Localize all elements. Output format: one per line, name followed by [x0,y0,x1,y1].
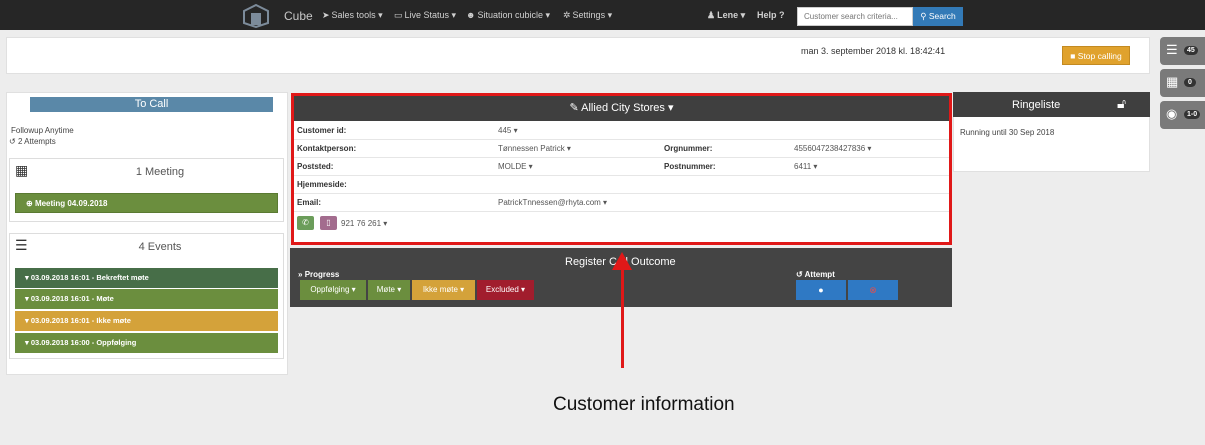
caret-down-icon: ▾ [25,294,29,303]
place-value[interactable]: MOLDE ▾ [498,162,533,171]
followup-text: Followup Anytime [11,126,74,135]
org-number-value[interactable]: 4556047238427836 ▾ [794,144,871,153]
user-icon: ♟ [707,10,716,20]
annotation-caption: Customer information [553,394,735,415]
event-item[interactable]: ▾ 03.09.2018 16:01 - Møte [15,289,278,309]
stop-calling-button[interactable]: ■ Stop calling [1062,46,1130,65]
search-icon: ⚲ [920,11,927,21]
list-icon: ☰ [1166,42,1178,57]
gamepad-icon: ◉ [1166,106,1178,121]
ringeliste-title: Ringeliste [1012,99,1061,111]
calendar-count-badge: 0 [1184,78,1196,87]
meeting-outcome-button[interactable]: Møte ▾ [368,280,410,300]
monitor-icon: ▭ [394,10,403,20]
users-icon: ☻ [466,10,476,20]
list-count-badge: 45 [1184,46,1198,55]
nav-live-status[interactable]: ▭ Live Status ▾ [394,10,456,21]
progress-label: » Progress [298,270,340,279]
attempts-text: ↺ 2 Attempts [9,137,56,146]
website-label: Hjemmeside: [297,180,347,189]
status-bar-panel [6,37,1150,74]
comment-attempt-button[interactable]: ● [796,280,846,300]
event-item[interactable]: ▾ 03.09.2018 16:00 - Oppfølging [15,333,278,353]
history-icon: ↺ [796,270,803,279]
unlock-icon[interactable]: 🔓︎ [1117,95,1126,112]
row-divider [294,211,949,212]
side-tab-calendar[interactable]: ▦ 0 [1160,69,1205,97]
game-score-badge: 1-0 [1184,110,1201,119]
phone-icon: ✆ [302,218,309,227]
list-icon: ☰ [15,237,28,253]
contact-label: Kontaktperson: [297,144,357,153]
caret-down-icon: ▾ [25,338,29,347]
row-divider [294,175,949,176]
event-item[interactable]: ▾ 03.09.2018 16:01 - Bekreftet møte [15,268,278,288]
current-datetime: man 3. september 2018 kl. 18:42:41 [801,46,946,56]
comment-icon: ● [818,285,824,295]
brand-name[interactable]: Cube [284,9,313,23]
nav-situation-cubicle[interactable]: ☻ Situation cubicle ▾ [466,10,550,21]
running-until-text: Running until 30 Sep 2018 [960,128,1055,137]
contact-value[interactable]: Tønnessen Patrick ▾ [498,144,571,153]
postcode-value[interactable]: 6411 ▾ [794,162,817,171]
sms-button[interactable]: ▯ [320,216,337,230]
paper-plane-icon: ➤ [322,10,330,20]
caret-down-icon: ▾ [25,316,29,325]
event-item[interactable]: ▾ 03.09.2018 16:01 - Ikke møte [15,311,278,331]
customer-search-input[interactable] [797,7,913,26]
calendar-icon: ▦ [15,162,29,178]
history-icon: ↺ [9,137,16,146]
row-divider [294,157,949,158]
side-tab-game[interactable]: ◉ 1-0 [1160,101,1205,129]
stop-icon: ■ [1070,50,1076,61]
mobile-icon: ▯ [326,218,331,227]
meetings-title: 1 Meeting [135,166,185,178]
row-divider [294,139,949,140]
postcode-label: Postnummer: [664,162,716,171]
calendar-icon: ▦ [1166,74,1179,89]
caret-down-icon: ▾ [25,273,29,282]
row-divider [294,193,949,194]
no-meeting-button[interactable]: Ikke møte ▾ [412,280,475,300]
side-tab-list[interactable]: ☰ 45 [1160,37,1205,65]
place-label: Poststed: [297,162,334,171]
annotation-arrow-line [621,268,624,368]
to-call-header: To Call [30,97,273,112]
customer-name-header[interactable]: ✎ Allied City Stores ▾ [294,96,949,121]
close-circle-icon: ⊗ [869,285,877,295]
plus-circle-icon: ⊕ [26,199,33,208]
nav-sales-tools[interactable]: ➤ Sales tools ▾ [322,10,383,21]
phone-number[interactable]: 921 76 261 ▾ [341,219,387,228]
nav-settings[interactable]: ✲ Settings ▾ [563,10,612,21]
cube-logo-icon[interactable] [243,4,269,28]
attempt-label: ↺ Attempt [796,270,835,279]
followup-button[interactable]: Oppfølging ▾ [300,280,366,300]
question-icon: ? [779,10,785,20]
gear-icon: ✲ [563,10,571,20]
search-button[interactable]: ⚲ Search [913,7,963,26]
user-menu[interactable]: ♟ Lene ▾ [707,10,745,21]
email-value[interactable]: PatrickTnnessen@rhyta.com ▾ [498,198,607,207]
org-number-label: Orgnummer: [664,144,713,153]
excluded-button[interactable]: Excluded ▾ [477,280,534,300]
events-title: 4 Events [138,241,182,253]
cancel-attempt-button[interactable]: ⊗ [848,280,898,300]
email-label: Email: [297,198,322,207]
top-navbar: Cube ➤ Sales tools ▾ ▭ Live Status ▾ ☻ Situ… [0,0,1205,30]
customer-id-value[interactable]: 445 ▾ [498,126,518,135]
meeting-button[interactable]: ⊕ Meeting 04.09.2018 [15,193,278,213]
help-menu[interactable]: Help ? [757,10,785,20]
call-button[interactable]: ✆ [297,216,314,230]
double-chevron-icon: » [298,270,303,279]
customer-id-label: Customer id: [297,126,347,135]
edit-icon: ✎ [569,102,579,114]
